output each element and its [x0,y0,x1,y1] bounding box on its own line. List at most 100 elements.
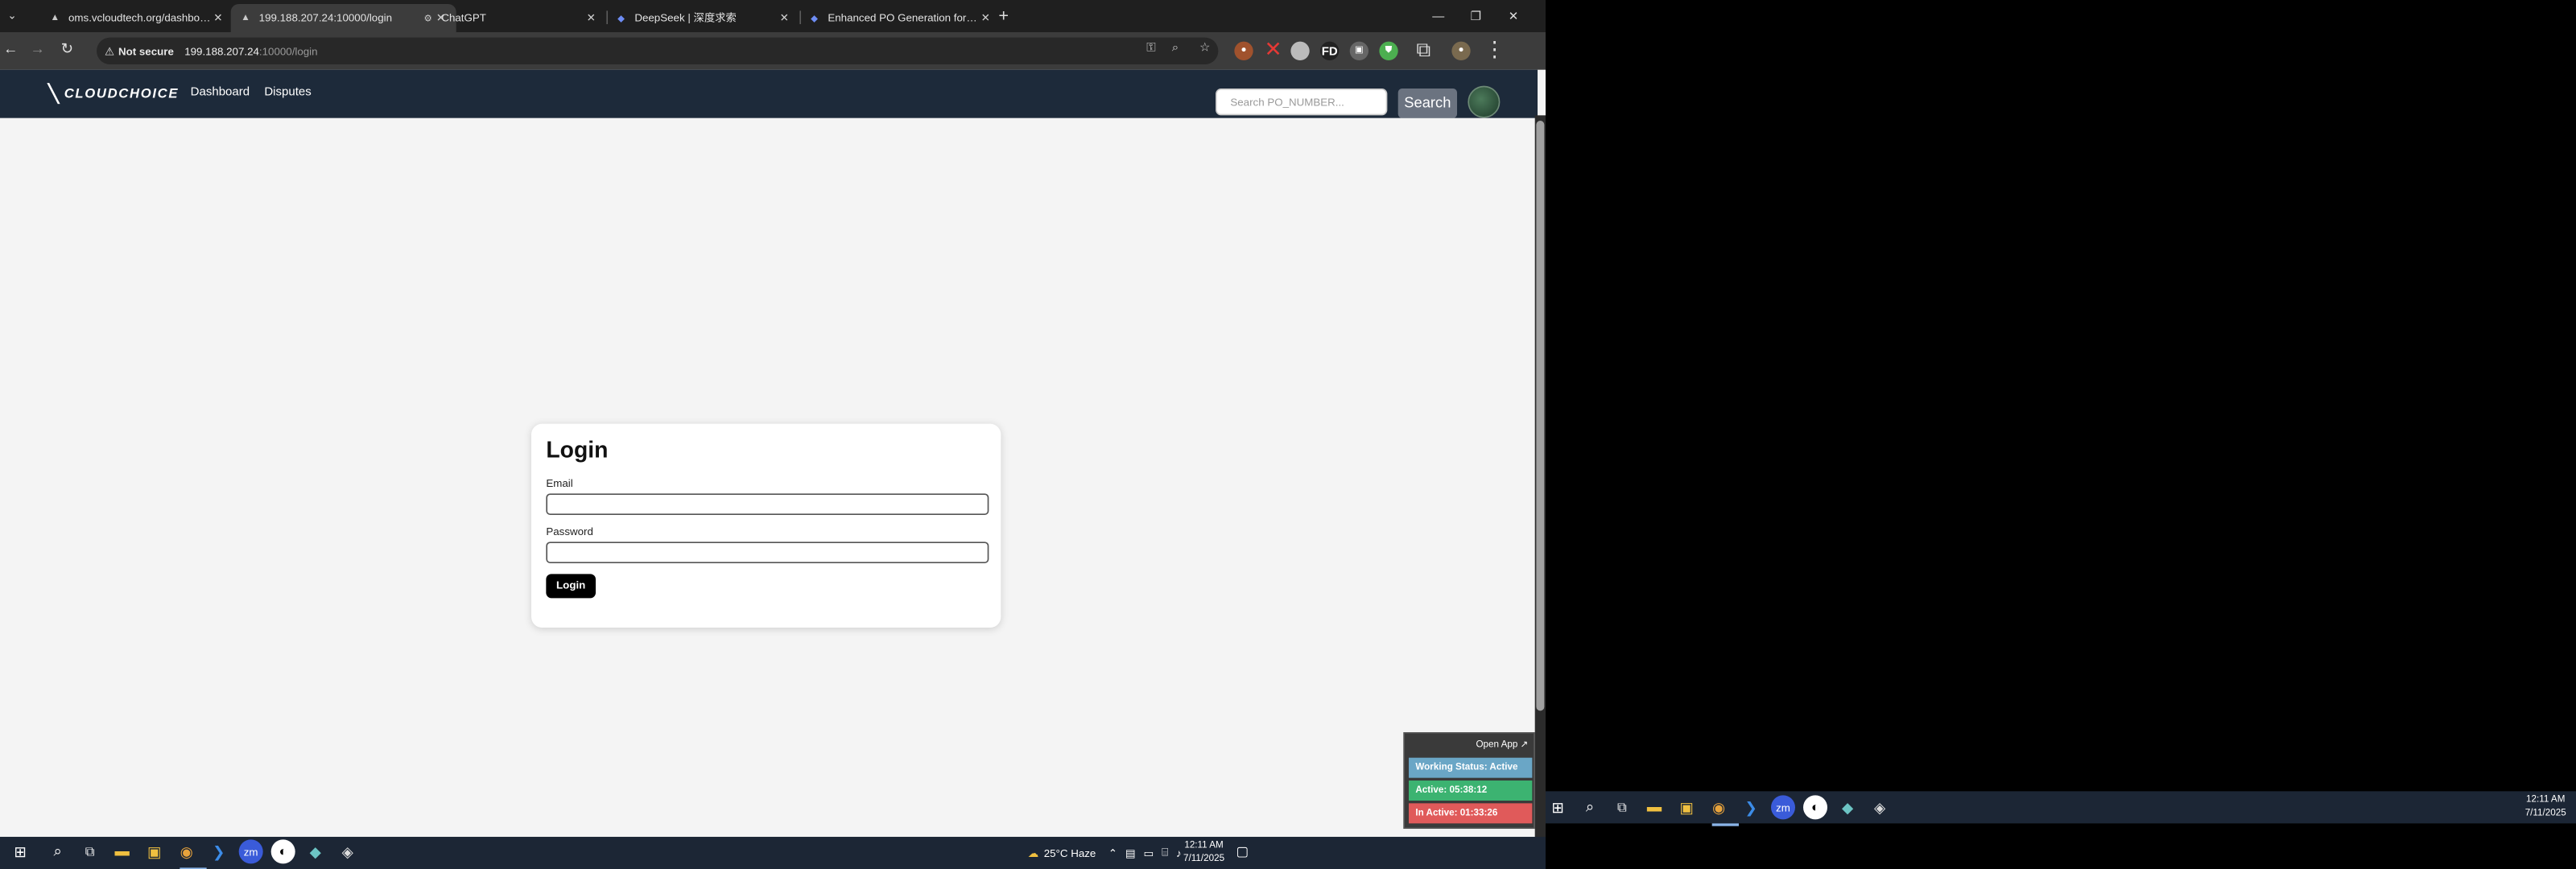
zoom-icon[interactable]: ⌕ [1167,39,1183,55]
email-field[interactable] [546,493,989,516]
warning-icon: ⚠ [105,44,114,57]
chrome-icon[interactable]: ◉ [1707,795,1740,826]
tab-title: 199.188.207.24:10000/login [258,12,393,25]
browser-tab-chatgpt[interactable]: ⚙ ChatGPT ✕ [413,4,606,32]
po-search-input[interactable]: Search PO_NUMBER... [1216,89,1388,116]
scrollbar-thumb[interactable] [1536,121,1545,711]
clock-time: 12:11 AM [2525,795,2566,805]
back-button[interactable]: ← [0,39,22,60]
windows-start-icon[interactable]: ⊞ [8,839,32,863]
search-icon[interactable]: ⌕ [1578,795,1602,819]
extension-icon[interactable] [1290,41,1310,61]
windows-start-icon[interactable]: ⊞ [1546,795,1570,819]
reload-button[interactable]: ↻ [56,39,78,60]
tab-title: oms.vcloudtech.org/dashboard [68,12,211,25]
inactive-time-badge: In Active: 01:33:26 [1409,803,1533,824]
vscode-icon[interactable]: ❯ [207,839,231,863]
file-explorer-icon[interactable]: ▬ [110,839,134,863]
app-teal-icon[interactable]: ◆ [303,839,328,863]
browser-tab-deepseek[interactable]: ◆ DeepSeek | 深度求索 ✕ [606,4,799,32]
browser-tab-enhanced-po[interactable]: ◆ Enhanced PO Generation for M ✕ [799,4,1001,32]
notifications-icon[interactable]: ▢ [1232,841,1253,863]
email-label: Email [546,477,573,490]
zoom-app-icon[interactable]: zm [238,839,263,864]
taskbar: ⊞ ⌕ ⧉ ▬ ▣ ◉ ❯ zm ◐ ◆ ◈ ☁ 25°C Haze ⌃ ▤ ▭… [0,837,1546,869]
bookmark-star-icon[interactable]: ☆ [1197,39,1213,55]
app-gray-icon[interactable]: ◈ [1868,795,1892,819]
secondary-taskbar: ⊞ ⌕ ⧉ ▬ ▣ ◉ ❯ zm ◐ ◆ ◈ 12:11 AM 7/11/202… [1546,791,2576,826]
nav-disputes-link[interactable]: Disputes [264,84,311,98]
clock-date: 7/11/2025 [1183,854,1225,864]
zoom-app-icon[interactable]: zm [1771,795,1796,820]
close-window-button[interactable]: ✕ [1495,0,1533,32]
extension-shield-icon[interactable]: ⛊ [1379,41,1398,61]
user-avatar[interactable] [1468,85,1501,118]
search-button[interactable]: Search [1397,89,1458,118]
tab-search-button[interactable]: ⌄ [2,6,21,25]
triangle-icon: ▲ [241,13,250,23]
browser-tab-dashboard[interactable]: ▲ oms.vcloudtech.org/dashboard ✕ [40,4,233,32]
weather-widget[interactable]: ☁ 25°C Haze [1028,837,1096,869]
app-circle-icon[interactable]: ◐ [1803,795,1828,820]
app-circle-icon[interactable]: ◐ [270,839,295,864]
logo[interactable]: ╲ CLOUDCHOICE [48,83,179,105]
close-icon[interactable]: ✕ [777,10,791,25]
password-label: Password [546,525,593,538]
taskbar-clock[interactable]: 12:11 AM 7/11/2025 [1183,839,1224,866]
extension-image-icon[interactable]: ▣ [1349,41,1369,61]
browser-toolbar: ← → ↻ ⚠ Not secure 199.188.207.24 :10000… [0,32,1546,70]
task-view-icon[interactable]: ⧉ [78,839,102,863]
chevron-up-icon[interactable]: ⌃ [1108,847,1117,859]
profile-avatar[interactable]: ● [1451,41,1471,61]
volume-icon[interactable]: ♪ [1176,847,1182,859]
forward-button[interactable]: → [27,39,48,60]
security-label: Not secure [118,44,174,57]
app-gray-icon[interactable]: ◈ [336,839,360,863]
extensions-puzzle-icon[interactable]: ⧉ [1414,40,1433,60]
page-scrollbar[interactable] [1534,115,1546,840]
deepseek-icon: ◆ [811,14,819,24]
logo-text: CLOUDCHOICE [64,86,180,101]
open-app-link[interactable]: Open App ↗ [1476,739,1528,750]
close-icon[interactable]: ✕ [211,10,225,25]
chatgpt-icon: ⚙ [423,14,432,24]
login-button[interactable]: Login [546,574,597,599]
app-navbar: ╲ CLOUDCHOICE Dashboard Disputes Search … [0,69,1538,118]
url-host: 199.188.207.24 [184,44,259,57]
active-time-badge: Active: 05:38:12 [1409,780,1533,801]
triangle-icon: ▲ [50,13,60,23]
tray-app-icon[interactable]: ▤ [1125,847,1136,859]
primary-monitor: ⌄ ▲ oms.vcloudtech.org/dashboard ✕ ▲ 199… [0,0,1546,869]
store-icon[interactable]: ▣ [142,839,167,863]
app-teal-icon[interactable]: ◆ [1835,795,1860,819]
network-icon[interactable]: ⌸ [1162,846,1168,860]
extension-x-icon[interactable]: ✕ [1264,39,1282,61]
close-icon[interactable]: ✕ [584,10,598,25]
tab-title: ChatGPT [441,12,486,25]
search-icon[interactable]: ⌕ [46,839,70,863]
extension-fd-icon[interactable]: FD [1320,41,1340,61]
weather-text: 25°C Haze [1043,846,1096,859]
close-icon[interactable]: ✕ [978,10,993,25]
address-bar[interactable]: ⚠ Not secure 199.188.207.24 :10000/login [97,37,1219,65]
logo-mark-icon: ╲ [48,83,60,104]
password-field[interactable] [546,542,989,564]
restore-button[interactable]: ❐ [1457,0,1495,32]
nav-dashboard-link[interactable]: Dashboard [191,84,250,98]
working-status-badge: Working Status: Active [1409,757,1533,778]
task-view-icon[interactable]: ⧉ [1610,795,1634,819]
new-tab-button[interactable]: + [993,6,1014,27]
search-placeholder: Search PO_NUMBER... [1230,96,1344,109]
battery-icon[interactable]: ▭ [1143,847,1154,859]
vscode-icon[interactable]: ❯ [1739,795,1763,819]
system-tray[interactable]: ⌃ ▤ ▭ ⌸ ♪ [1108,837,1182,869]
password-key-icon[interactable]: ⚿ [1143,39,1159,55]
minimize-button[interactable]: — [1419,0,1457,32]
chrome-icon[interactable]: ◉ [175,839,207,869]
file-explorer-icon[interactable]: ▬ [1642,795,1666,819]
secondary-taskbar-clock[interactable]: 12:11 AM 7/11/2025 [2525,794,2566,821]
extension-icon[interactable]: ● [1234,41,1253,61]
store-icon[interactable]: ▣ [1674,795,1699,819]
clock-time: 12:11 AM [1184,841,1224,850]
menu-icon[interactable]: ⋮ [1484,39,1505,61]
